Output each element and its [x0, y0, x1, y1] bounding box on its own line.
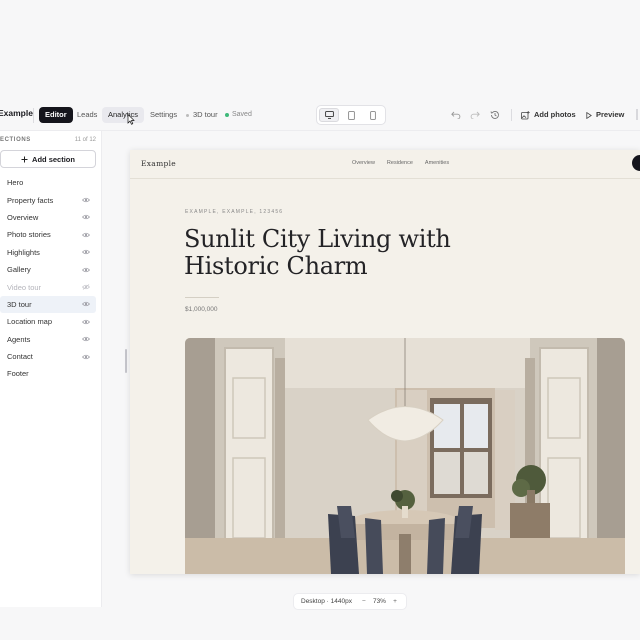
- breadcrumb: 3D tour: [186, 107, 218, 123]
- section-count: 11 of 12: [74, 137, 96, 143]
- top-bar: Example Editor Leads Analytics Settings …: [0, 101, 640, 129]
- breadcrumb-current[interactable]: 3D tour: [193, 107, 218, 123]
- section-item-gallery[interactable]: Gallery: [0, 261, 96, 278]
- sections-heading: ECTIONS 11 of 12: [0, 137, 96, 143]
- site-nav-overview[interactable]: Overview: [352, 160, 375, 166]
- eye-off-icon[interactable]: [82, 284, 90, 290]
- preview-button[interactable]: Preview: [586, 107, 624, 123]
- section-item-label: Highlights: [7, 247, 40, 257]
- viewport-label[interactable]: Desktop · 1440px: [294, 598, 360, 605]
- section-item-contact[interactable]: Contact: [0, 348, 96, 365]
- eye-icon[interactable]: [82, 214, 90, 220]
- eye-icon[interactable]: [82, 267, 90, 273]
- publish-button-edge[interactable]: [636, 109, 638, 120]
- eye-icon[interactable]: [82, 232, 90, 238]
- device-toggle: [316, 105, 386, 125]
- redo-icon: [470, 111, 480, 119]
- tablet-view-button[interactable]: [341, 108, 361, 122]
- saved-dot-icon: [225, 113, 229, 117]
- section-item-label: Location map: [7, 317, 53, 327]
- section-item-3d-tour[interactable]: 3D tour: [0, 295, 96, 314]
- section-item-video-tour[interactable]: Video tour: [0, 278, 96, 295]
- sections-heading-label: ECTIONS: [0, 137, 31, 143]
- section-item-label: Photo stories: [7, 230, 51, 240]
- section-item-location-map[interactable]: Location map: [0, 313, 96, 330]
- site-preview-canvas: Example Overview Residence Amenities EXA…: [130, 150, 640, 574]
- tab-leads[interactable]: Leads: [71, 107, 103, 123]
- site-cta-button[interactable]: [632, 155, 640, 171]
- tab-settings[interactable]: Settings: [144, 107, 183, 123]
- plus-icon: [21, 156, 28, 162]
- zoom-out-button[interactable]: −: [360, 598, 368, 605]
- eye-icon[interactable]: [82, 249, 90, 255]
- image-plus-icon: [521, 110, 530, 119]
- resize-handle[interactable]: [125, 349, 127, 373]
- add-section-button[interactable]: Add section: [0, 150, 96, 168]
- preview-label: Preview: [596, 110, 625, 119]
- redo-button[interactable]: [469, 109, 480, 120]
- undo-button[interactable]: [450, 109, 461, 120]
- breadcrumb-separator: [186, 113, 189, 117]
- section-item-label: 3D tour: [7, 299, 32, 309]
- tablet-icon: [347, 110, 355, 120]
- property-title[interactable]: Sunlit City Living with Historic Charm: [184, 226, 484, 280]
- hero-photo[interactable]: [185, 338, 625, 574]
- tab-editor[interactable]: Editor: [39, 107, 73, 123]
- section-item-agents[interactable]: Agents: [0, 331, 96, 348]
- divider: [185, 297, 219, 298]
- undo-icon: [450, 111, 460, 119]
- eye-icon[interactable]: [82, 354, 90, 360]
- section-item-footer[interactable]: Footer: [0, 365, 96, 382]
- section-list: Hero Property facts Overview Photo stories H…: [0, 174, 96, 383]
- save-status: Saved: [225, 107, 252, 123]
- section-item-photo-stories[interactable]: Photo stories: [0, 226, 96, 243]
- section-item-label: Footer: [7, 369, 29, 379]
- add-section-label: Add section: [32, 154, 75, 164]
- zoom-bar: Desktop · 1440px − 73% +: [293, 593, 407, 610]
- site-nav-amenities[interactable]: Amenities: [425, 160, 449, 166]
- property-address[interactable]: EXAMPLE, EXAMPLE, 123456: [185, 209, 283, 215]
- section-item-label: Agents: [7, 334, 31, 344]
- save-status-label: Saved: [232, 111, 252, 118]
- eye-icon[interactable]: [82, 336, 90, 342]
- phone-icon: [370, 110, 376, 120]
- history-icon: [490, 110, 499, 119]
- eye-icon[interactable]: [82, 319, 90, 325]
- section-item-hero[interactable]: Hero: [0, 174, 96, 191]
- section-item-property-facts[interactable]: Property facts: [0, 191, 96, 208]
- site-logo[interactable]: Example: [141, 159, 176, 168]
- section-item-highlights[interactable]: Highlights: [0, 244, 96, 261]
- section-item-label: Contact: [7, 352, 33, 362]
- site-header: Example Overview Residence Amenities: [130, 150, 640, 179]
- desktop-view-button[interactable]: [319, 108, 340, 122]
- section-item-label: Hero: [7, 178, 24, 188]
- section-item-label: Video tour: [7, 282, 42, 292]
- zoom-level[interactable]: 73%: [368, 598, 391, 605]
- play-icon: [586, 111, 592, 119]
- eye-icon[interactable]: [82, 301, 90, 307]
- divider: [33, 108, 34, 123]
- dining-room-image: [185, 338, 625, 574]
- property-price[interactable]: $1,000,000: [185, 306, 218, 313]
- divider: [511, 109, 512, 121]
- eye-icon[interactable]: [82, 197, 90, 203]
- site-nav-residence[interactable]: Residence: [387, 160, 413, 166]
- add-photos-button[interactable]: Add photos: [521, 107, 576, 123]
- site-nav-links: Overview Residence Amenities: [352, 160, 449, 166]
- section-item-overview[interactable]: Overview: [0, 209, 96, 226]
- add-photos-label: Add photos: [534, 110, 576, 119]
- tab-analytics[interactable]: Analytics: [102, 107, 145, 123]
- section-item-label: Property facts: [7, 195, 54, 205]
- history-button[interactable]: [489, 109, 500, 120]
- section-item-label: Overview: [7, 212, 39, 222]
- monitor-icon: [324, 111, 334, 119]
- sections-sidebar: ECTIONS 11 of 12 Add section Hero Propert…: [0, 131, 102, 607]
- mouse-pointer-icon: [127, 114, 135, 125]
- mobile-view-button[interactable]: [363, 108, 383, 122]
- brand-name[interactable]: Example: [0, 108, 33, 118]
- zoom-in-button[interactable]: +: [391, 598, 399, 605]
- section-item-label: Gallery: [7, 265, 31, 275]
